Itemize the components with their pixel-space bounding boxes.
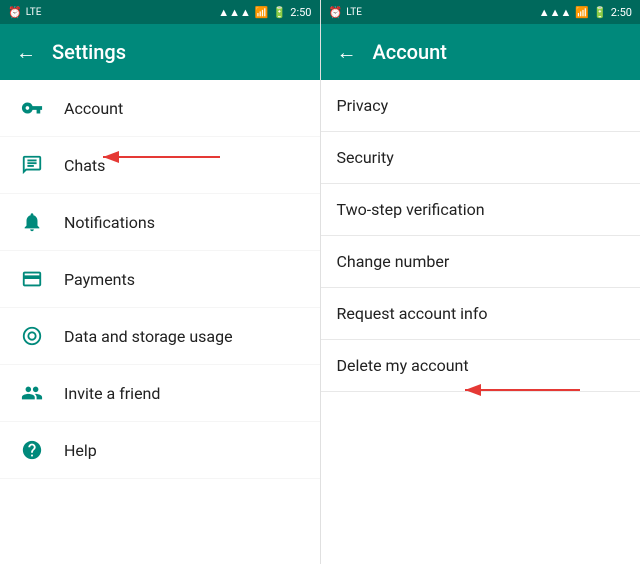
time-right: 2:50 bbox=[611, 6, 632, 19]
change-number-label: Change number bbox=[337, 252, 450, 271]
help-icon bbox=[16, 434, 48, 466]
status-bar-right: ⏰ LTE ▲▲▲ 📶 🔋 2:50 bbox=[321, 0, 640, 24]
back-button-left[interactable]: ← bbox=[16, 40, 36, 65]
account-item-request-info[interactable]: Request account info bbox=[321, 288, 640, 340]
wifi-icon-right: 📶 bbox=[575, 6, 589, 19]
menu-item-payments[interactable]: Payments bbox=[0, 251, 320, 308]
chats-label: Chats bbox=[64, 156, 105, 175]
signal-icons-right: ▲▲▲ bbox=[539, 6, 572, 19]
account-item-delete-account[interactable]: Delete my account bbox=[321, 340, 640, 392]
account-panel: ⏰ LTE ▲▲▲ 📶 🔋 2:50 ← Account Privacy Sec… bbox=[321, 0, 640, 564]
account-item-change-number[interactable]: Change number bbox=[321, 236, 640, 288]
status-bar-left: ⏰ LTE ▲▲▲ 📶 🔋 2:50 bbox=[0, 0, 320, 24]
lte-icon-right: LTE bbox=[346, 7, 362, 18]
menu-item-help[interactable]: Help bbox=[0, 422, 320, 479]
battery-icon-right: 🔋 bbox=[593, 6, 607, 19]
data-icon bbox=[16, 320, 48, 352]
payment-icon bbox=[16, 263, 48, 295]
lte-icon: LTE bbox=[26, 7, 42, 18]
privacy-label: Privacy bbox=[337, 96, 389, 115]
alarm-icon-right: ⏰ bbox=[329, 6, 343, 19]
account-label: Account bbox=[64, 99, 123, 118]
menu-item-invite[interactable]: Invite a friend bbox=[0, 365, 320, 422]
people-icon bbox=[16, 377, 48, 409]
data-label: Data and storage usage bbox=[64, 327, 233, 346]
payments-label: Payments bbox=[64, 270, 135, 289]
time-left: 2:50 bbox=[290, 6, 311, 19]
alarm-icon: ⏰ bbox=[8, 6, 22, 19]
settings-toolbar: ← Settings bbox=[0, 24, 320, 80]
signal-icons: ▲▲▲ bbox=[218, 6, 251, 19]
back-button-right[interactable]: ← bbox=[337, 40, 357, 65]
account-title: Account bbox=[373, 40, 447, 64]
settings-panel: ⏰ LTE ▲▲▲ 📶 🔋 2:50 ← Settings Account bbox=[0, 0, 321, 564]
menu-item-notifications[interactable]: Notifications bbox=[0, 194, 320, 251]
battery-icon: 🔋 bbox=[273, 6, 287, 19]
account-item-two-step[interactable]: Two-step verification bbox=[321, 184, 640, 236]
help-label: Help bbox=[64, 441, 97, 460]
settings-menu-list: Account Chats Notifications bbox=[0, 80, 320, 564]
account-toolbar: ← Account bbox=[321, 24, 640, 80]
wifi-icon: 📶 bbox=[255, 6, 269, 19]
account-item-privacy[interactable]: Privacy bbox=[321, 80, 640, 132]
notifications-label: Notifications bbox=[64, 213, 155, 232]
settings-title: Settings bbox=[52, 40, 126, 64]
security-label: Security bbox=[337, 148, 394, 167]
invite-label: Invite a friend bbox=[64, 384, 160, 403]
bell-icon bbox=[16, 206, 48, 238]
account-item-security[interactable]: Security bbox=[321, 132, 640, 184]
delete-account-label: Delete my account bbox=[337, 356, 469, 375]
menu-item-account[interactable]: Account bbox=[0, 80, 320, 137]
request-info-label: Request account info bbox=[337, 304, 488, 323]
chat-icon bbox=[16, 149, 48, 181]
key-icon bbox=[16, 92, 48, 124]
two-step-label: Two-step verification bbox=[337, 200, 485, 219]
menu-item-chats[interactable]: Chats bbox=[0, 137, 320, 194]
account-menu-list: Privacy Security Two-step verification C… bbox=[321, 80, 640, 564]
menu-item-data[interactable]: Data and storage usage bbox=[0, 308, 320, 365]
